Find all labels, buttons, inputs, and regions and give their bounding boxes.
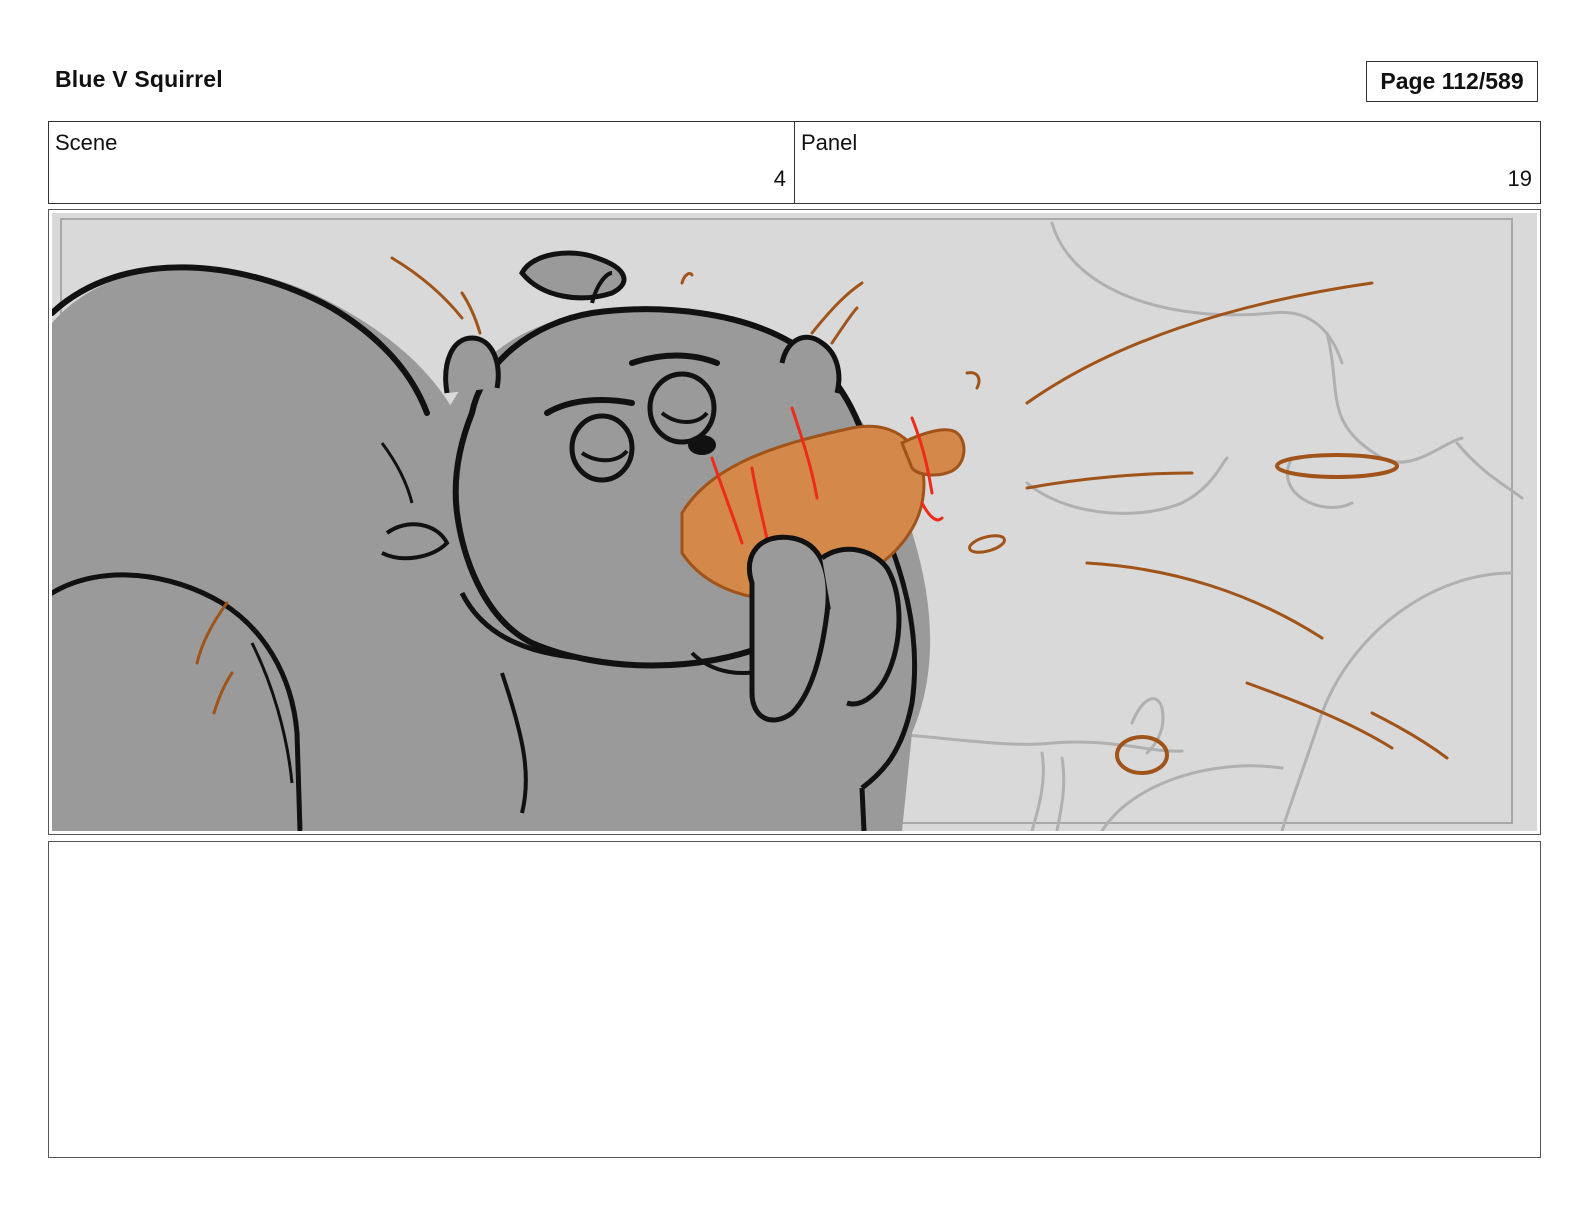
panel-value: 19 bbox=[1507, 166, 1532, 191]
storyboard-sketch-image bbox=[52, 213, 1537, 831]
scene-cell: Scene 4 bbox=[49, 122, 794, 203]
page-number-box: Page 112/589 bbox=[1366, 61, 1538, 102]
document-title: Blue V Squirrel bbox=[55, 66, 223, 92]
storyboard-frame bbox=[48, 209, 1541, 835]
squirrel-eye-left bbox=[569, 413, 635, 483]
scene-value: 4 bbox=[773, 166, 786, 191]
scene-label: Scene bbox=[55, 130, 118, 155]
squirrel-eye-right bbox=[647, 371, 717, 445]
panel-cell: Panel 19 bbox=[794, 122, 1540, 203]
panel-notes-box bbox=[48, 841, 1541, 1158]
scene-panel-info-row: Scene 4 Panel 19 bbox=[48, 121, 1541, 204]
panel-label: Panel bbox=[801, 130, 858, 155]
